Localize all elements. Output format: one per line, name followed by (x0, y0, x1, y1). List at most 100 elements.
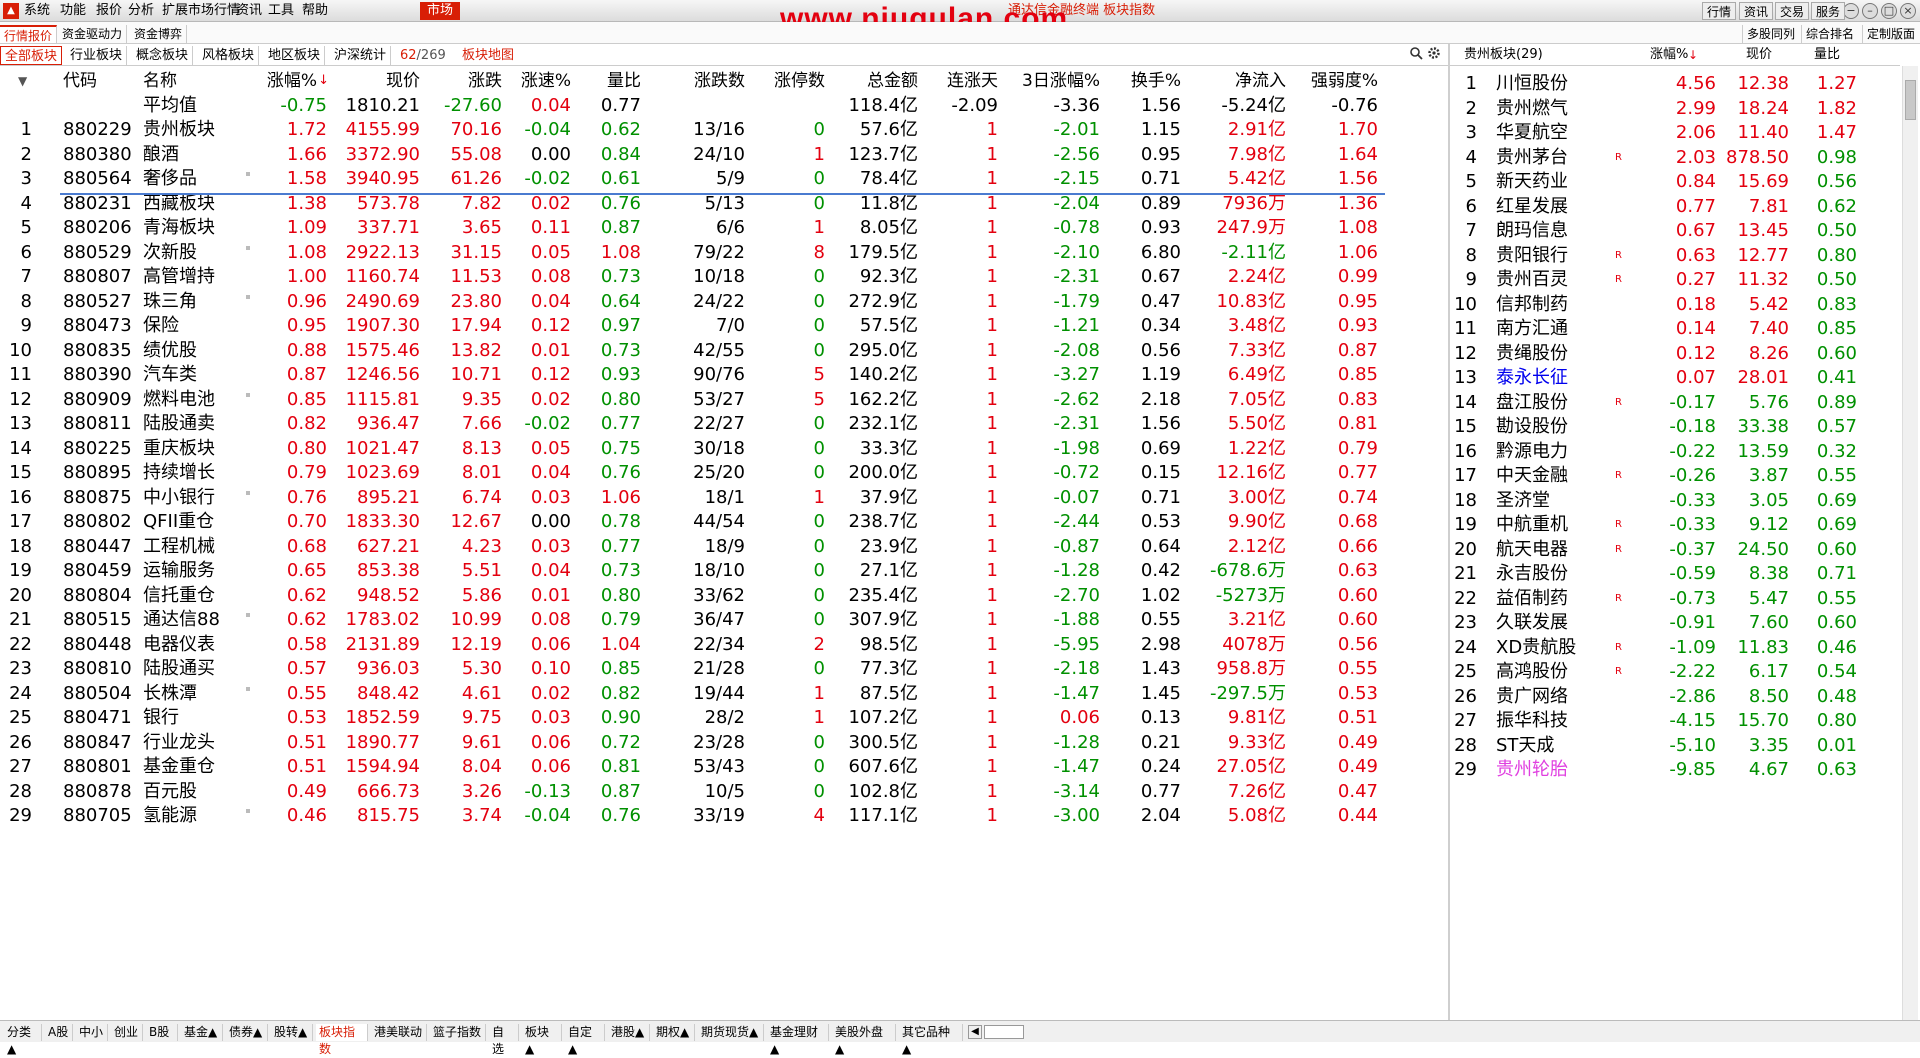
menu-system[interactable]: 系统 (24, 0, 50, 22)
tab-industry[interactable]: 行业板块 (66, 46, 128, 65)
sort-desc-icon-right[interactable]: ↓ (1688, 44, 1698, 66)
constituent-panel-title: 贵州板块(29) (1464, 47, 1543, 62)
menu-market[interactable]: 市场 (420, 2, 460, 20)
header-r-change-pct[interactable]: 涨幅% (1650, 44, 1688, 66)
tab-concept[interactable]: 概念板块 (132, 46, 194, 65)
bottom-tab-2[interactable]: 中小 (76, 1024, 108, 1041)
limit-up-cell: 4 (813, 805, 825, 826)
bottom-tab-5[interactable]: 基金▲ (181, 1024, 223, 1041)
menu-extended-market[interactable]: 扩展市场行情 (162, 0, 240, 22)
top-button-service[interactable]: 服务 (1811, 2, 1845, 20)
block-map-link[interactable]: 板块地图 (462, 46, 514, 65)
sector-count: 62/269 (400, 46, 446, 65)
bottom-tab-16[interactable]: 期货现货▲ (698, 1024, 764, 1041)
constituent-panel: 贵州板块(29) 涨幅% ↓ 现价 量比 1 川恒股份 4.56 12.38 1.27 2 贵州燃… (1450, 44, 1920, 1020)
bottom-tab-15[interactable]: 期权▲ (653, 1024, 695, 1041)
constituent-row[interactable]: 29 贵州轮胎 -9.85 4.67 0.63 (1450, 755, 1900, 785)
bottom-tab-12[interactable]: 板块▲ (522, 1024, 562, 1056)
bottom-tab-8[interactable]: 板块指数 (316, 1024, 368, 1056)
top-tab-bar: 行情报价 资金驱动力 资金博弈 多股同列 综合排名 定制版面 (0, 22, 1920, 44)
tab-capital-game[interactable]: 资金博弈 (130, 25, 188, 43)
constituent-volume-ratio: 0.63 (1816, 759, 1857, 780)
menu-help[interactable]: 帮助 (302, 0, 328, 22)
bottom-tab-9[interactable]: 港美联动 (371, 1024, 427, 1041)
marker-dot-icon (246, 613, 250, 617)
bottom-tab-18[interactable]: 美股外盘▲ (832, 1024, 896, 1056)
top-button-quote[interactable]: 行情 (1702, 2, 1736, 20)
search-icon[interactable] (1409, 46, 1423, 60)
menu-function[interactable]: 功能 (60, 0, 86, 22)
tab-style[interactable]: 风格板块 (198, 46, 260, 65)
market-category-tabs: 分类▲ A股 中小 创业 B股 基金▲ 债券▲ 股转▲ 板块指数 港美联动 篮子指数 自选 板块▲ 自定▲… (0, 1020, 1920, 1056)
bottom-tab-19[interactable]: 其它品种▲ (899, 1024, 963, 1056)
sector-quote-table: ▼ 代码 名称 涨幅% ↓ 现价 涨跌 涨速% 量比 涨跌数 涨停数 总金额 连涨天 3日涨幅% 换手% 净流… (0, 66, 1448, 1016)
tab-multi-stock[interactable]: 多股同列 (1742, 25, 1799, 43)
row-index: 29 (9, 805, 32, 826)
constituent-change-pct: -9.85 (1669, 759, 1716, 780)
sector-count-total: /269 (416, 48, 446, 63)
amount-cell: 117.1亿 (848, 805, 918, 826)
price-cell: 815.75 (357, 805, 420, 826)
change-pct-cell: 0.46 (286, 805, 327, 826)
bottom-tab-14[interactable]: 港股▲ (608, 1024, 650, 1041)
bottom-tab-4[interactable]: B股 (146, 1024, 178, 1041)
volume-ratio-cell: 0.76 (600, 805, 641, 826)
tab-capital-drive[interactable]: 资金驱动力 (58, 25, 128, 43)
top-button-news[interactable]: 资讯 (1739, 2, 1773, 20)
sector-count-current: 62 (400, 48, 417, 63)
constituent-name: 贵州轮胎 (1496, 759, 1568, 780)
header-r-price[interactable]: 现价 (1746, 44, 1772, 66)
menu-quote[interactable]: 报价 (96, 0, 122, 22)
up-down-cell: 33/19 (693, 805, 745, 826)
marker-dot-icon (246, 392, 250, 397)
bottom-tab-13[interactable]: 自定▲ (565, 1024, 605, 1056)
change-3d-cell: -3.00 (1053, 805, 1100, 826)
net-inflow-cell: 5.08亿 (1227, 805, 1286, 826)
tab-statistics[interactable]: 沪深统计 (330, 46, 392, 65)
bottom-tab-0[interactable]: 分类▲ (4, 1024, 42, 1056)
marker-dot-icon (246, 809, 250, 813)
bottom-tab-11[interactable]: 自选 (489, 1024, 519, 1056)
bottom-scroll-left-icon[interactable]: ◀ (968, 1025, 982, 1039)
tab-region[interactable]: 地区板块 (264, 46, 326, 65)
title-bar: ▲ 市场 通达信金融终端 板块指数 www.niugulan.com − – □… (0, 0, 1920, 35)
change-cell: 3.74 (461, 805, 502, 826)
bottom-tab-1[interactable]: A股 (45, 1024, 73, 1041)
constituent-price: 4.67 (1748, 759, 1789, 780)
top-button-trade[interactable]: 交易 (1775, 2, 1809, 20)
sector-tab-bar: 62/269 板块地图 全部板块 行业板块 概念板块 风格板块 地区板块 沪深统计 (0, 44, 1448, 66)
header-r-volume-ratio[interactable]: 量比 (1814, 44, 1840, 66)
menu-news[interactable]: 资讯 (236, 0, 262, 22)
constituent-index: 29 (1454, 759, 1477, 780)
code-cell: 880705 (63, 805, 132, 826)
marker-dot-icon (246, 245, 250, 250)
menu-analysis[interactable]: 分析 (128, 0, 154, 22)
bottom-tab-7[interactable]: 股转▲ (271, 1024, 313, 1041)
bottom-tab-3[interactable]: 创业 (111, 1024, 143, 1041)
restore-icon[interactable]: − (1843, 3, 1859, 19)
constituent-header: 贵州板块(29) 涨幅% ↓ 现价 量比 (1450, 44, 1900, 66)
tab-custom-layout[interactable]: 定制版面 (1862, 25, 1919, 43)
table-row[interactable]: 29 880705 氢能源 0.46 815.75 3.74 -0.04 0.76 33/19 4… (0, 801, 1448, 831)
bottom-scrollbar[interactable] (984, 1025, 1024, 1039)
close-icon[interactable]: × (1900, 3, 1916, 19)
marker-dot-icon (246, 172, 250, 176)
selected-row-underline (60, 193, 1385, 195)
bottom-tab-6[interactable]: 债券▲ (226, 1024, 268, 1041)
marker-dot-icon (246, 686, 250, 691)
speed-cell: -0.04 (524, 805, 571, 826)
bottom-tab-10[interactable]: 篮子指数 (430, 1024, 486, 1041)
scrollbar-thumb[interactable] (1905, 80, 1916, 120)
gear-icon[interactable] (1427, 46, 1441, 60)
maximize-icon[interactable]: □ (1881, 3, 1897, 19)
app-logo-icon[interactable]: ▲ (3, 3, 19, 19)
vertical-scrollbar[interactable] (1902, 66, 1918, 1020)
menu-tools[interactable]: 工具 (268, 0, 294, 22)
tab-ranking[interactable]: 综合排名 (1801, 25, 1858, 43)
turnover-cell: 2.04 (1140, 805, 1181, 826)
up-days-cell: 1 (986, 805, 998, 826)
bottom-tab-17[interactable]: 基金理财▲ (767, 1024, 829, 1056)
tab-all-sectors[interactable]: 全部板块 (0, 46, 63, 65)
minimize-icon[interactable]: – (1862, 3, 1878, 19)
tab-quotes[interactable]: 行情报价 (0, 25, 58, 43)
